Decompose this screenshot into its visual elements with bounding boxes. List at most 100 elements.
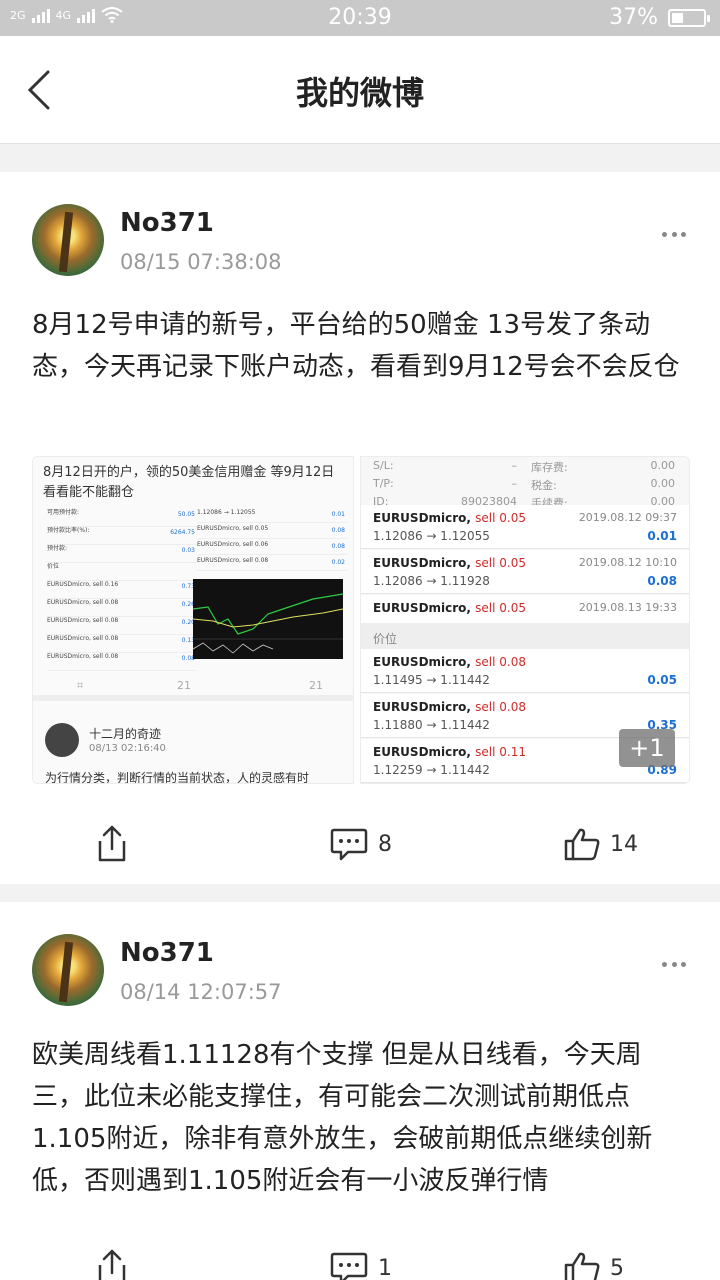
symbol-name: EURUSDmicro, [373, 700, 471, 714]
trade-profit: 0.01 [647, 529, 677, 543]
like-button[interactable]: 14 [564, 814, 638, 874]
trade-profit: 0.05 [647, 673, 677, 687]
thumbnail-row-label: EURUSDmicro, sell 0.05 [197, 525, 269, 532]
like-count: 5 [610, 1255, 624, 1280]
thumbnail-row-value: 50.05 [177, 511, 195, 518]
gallery-image-1[interactable]: 8月12日开的户，领的50美金信用赠金 等9月12日看看能不能翻仓 可用预付款:… [32, 456, 354, 784]
post-card[interactable]: No371 08/15 07:38:08 8月12号申请的新号，平台给的50赠金… [0, 172, 720, 884]
share-button[interactable] [96, 814, 128, 874]
comment-icon [330, 828, 368, 861]
dot-icon [671, 232, 677, 237]
thumbnail-row-label: EURUSDmicro, sell 0.08 [197, 557, 269, 564]
avatar[interactable] [32, 204, 104, 276]
price-chart-thumbnail [192, 579, 344, 659]
post-text: 欧美周线看1.11128有个支撑 但是从日线看，今天周三，此位未必能支撑住，有可… [32, 1040, 653, 1196]
field-value: 0.00 [650, 477, 676, 490]
dot-icon [681, 962, 686, 967]
trade-profit: 0.08 [647, 574, 677, 588]
trade-side: sell 0.08 [475, 700, 527, 714]
comment-button[interactable]: 8 [330, 814, 392, 874]
like-count: 14 [610, 831, 638, 857]
field-value: 0.00 [650, 459, 676, 472]
avatar[interactable] [32, 934, 104, 1006]
thumbnail-row-label: 预付款比率(%): [47, 527, 90, 534]
comment-count: 8 [378, 831, 392, 857]
trade-date: 2019.08.12 09:37 [578, 511, 677, 524]
thumbnail-row-label: EURUSDmicro, sell 0.08 [47, 653, 119, 660]
thumbnail-action-bar: ⌗ 21 21 [33, 671, 353, 701]
trade-date: 2019.08.12 10:10 [578, 556, 677, 569]
thumbnail-row: EURUSDmicro, sell 0.08 0.20 [47, 617, 197, 635]
trade-row: EURUSDmicro, sell 0.05 1.12086 → 1.11928 2… [361, 550, 689, 594]
trade-symbol: EURUSDmicro, sell 0.08 [373, 655, 526, 669]
symbol-name: EURUSDmicro, [373, 511, 471, 525]
more-options-button[interactable] [662, 962, 686, 970]
post-time: 08/14 12:07:57 [120, 980, 282, 1004]
dot-icon [681, 232, 686, 237]
thumbnail-row: 预付款比率(%): 6264.75 [47, 527, 197, 545]
share-icon: ⌗ [77, 679, 84, 692]
thumbnail-row: EURUSDmicro, sell 0.06 0.08 [197, 541, 347, 555]
field-label: 税金: [531, 479, 557, 492]
thumbnail-row-label: 价位 [47, 563, 60, 570]
share-button[interactable] [96, 1238, 128, 1280]
symbol-name: EURUSDmicro, [373, 745, 471, 759]
post-action-bar: 8 14 [0, 814, 720, 874]
gallery-image-2[interactable]: S/L: – 库存费: 0.00 T/P: – 税金: 0.00 ID: 89023804 手续费:… [360, 456, 690, 784]
thumbnail-row: 预付款: 0.03 [47, 545, 197, 563]
thumbnail-row-value: 0.08 [331, 527, 345, 534]
thumbnail-row: EURUSDmicro, sell 0.16 0.73 [47, 581, 197, 599]
thumbnail-row: EURUSDmicro, sell 0.08 0.26 [47, 599, 197, 617]
trade-symbol: EURUSDmicro, sell 0.11 [373, 745, 526, 759]
embedded-user-name: 十二月的奇迹 [89, 727, 162, 741]
page-title: 我的微博 [295, 74, 424, 112]
comment-icon [330, 1252, 368, 1280]
share-icon [98, 1249, 126, 1280]
battery-level [672, 12, 683, 23]
trade-prices: 1.12086 → 1.11928 [373, 574, 490, 588]
thumbnail-row: 价位 [47, 563, 197, 581]
trade-prices: 1.12086 → 1.12055 [373, 529, 490, 543]
thumbnail-row-label: EURUSDmicro, sell 0.06 [197, 541, 269, 548]
top-nav: 我的微博 [0, 36, 720, 144]
comment-button[interactable]: 1 [330, 1238, 392, 1280]
thumbnail-row: EURUSDmicro, sell 0.08 0.02 [197, 557, 347, 571]
embedded-post-time: 08/13 02:16:40 [89, 743, 166, 754]
post-text: 8月12号申请的新号，平台给的50赠金 13号发了条动态，今天再记录下账户动态，… [32, 310, 680, 382]
field-value: – [511, 459, 518, 472]
battery-icon [668, 8, 710, 27]
like-button[interactable]: 5 [564, 1238, 624, 1280]
more-images-badge[interactable]: +1 [619, 729, 675, 767]
avatar [45, 723, 79, 757]
user-name[interactable]: No371 [120, 938, 214, 968]
field-label: 库存费: [531, 461, 568, 474]
trade-side: sell 0.05 [475, 556, 527, 570]
trade-prices: 1.11880 → 1.11442 [373, 718, 490, 732]
thumbnail-row-value: 0.01 [331, 511, 345, 518]
dot-icon [662, 962, 667, 967]
trade-prices: 1.11495 → 1.11442 [373, 673, 490, 687]
comment-count: 1 [378, 1255, 392, 1280]
trade-symbol: EURUSDmicro, sell 0.05 [373, 511, 526, 525]
thumbnail-row: EURUSDmicro, sell 0.08 0.08 [47, 653, 197, 671]
like-count: 21 [309, 679, 323, 692]
trade-row: EURUSDmicro, sell 0.08 1.11495 → 1.11442 0… [361, 649, 689, 693]
trade-side: sell 0.05 [475, 511, 527, 525]
trade-symbol: EURUSDmicro, sell 0.08 [373, 700, 526, 714]
thumbnail-row-label: 可用预付款: [47, 509, 80, 516]
user-name[interactable]: No371 [120, 208, 214, 238]
trade-symbol: EURUSDmicro, sell 0.05 [373, 556, 526, 570]
trade-prices: 1.12259 → 1.11442 [373, 763, 490, 777]
dot-icon [662, 232, 667, 237]
thumbnail-row-label: EURUSDmicro, sell 0.08 [47, 599, 119, 606]
thumbnail-row: 可用预付款: 50.05 [47, 509, 197, 527]
thumbnail-row-value: 0.08 [331, 543, 345, 550]
symbol-name: EURUSDmicro, [373, 556, 471, 570]
post-card[interactable]: No371 08/14 12:07:57 欧美周线看1.11128有个支撑 但是… [0, 902, 720, 1280]
thumbs-up-icon [564, 1252, 600, 1280]
more-options-button[interactable] [662, 232, 686, 240]
comment-count: 21 [177, 679, 191, 692]
embedded-post-text: 为行情分类，判断行情的当前状态，人的灵感有时 [45, 771, 310, 784]
symbol-name: EURUSDmicro, [373, 601, 471, 615]
thumbnail-row-value: 0.02 [331, 559, 345, 566]
